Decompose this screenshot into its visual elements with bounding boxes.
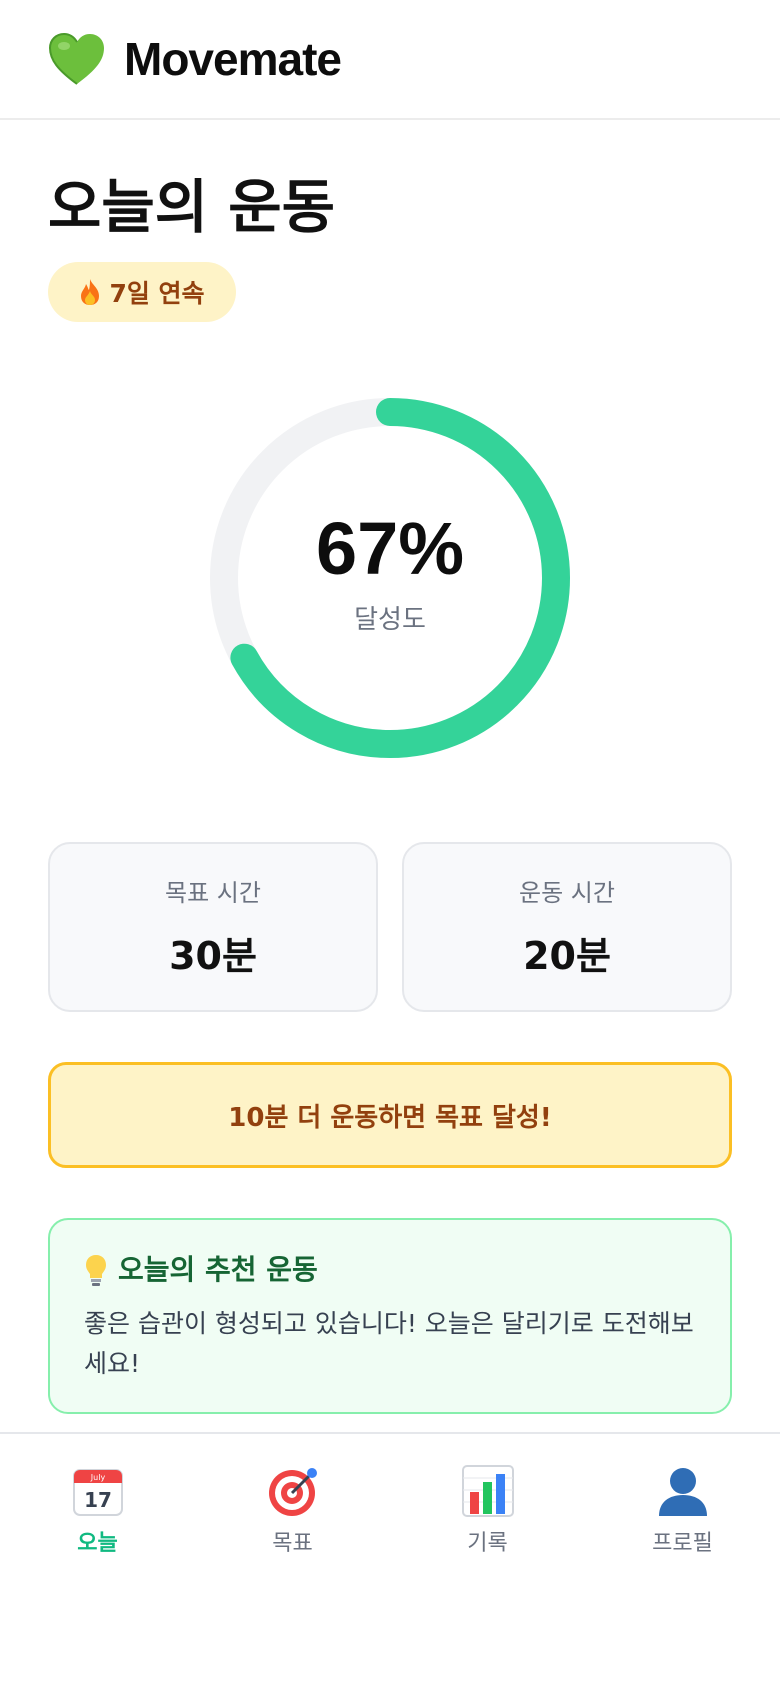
fire-icon xyxy=(81,279,100,305)
calendar-icon: July 17 xyxy=(72,1469,123,1516)
bar-chart-icon xyxy=(461,1465,514,1517)
progress-label: 달성도 xyxy=(354,605,426,635)
exercise-time-value: 20분 xyxy=(523,934,611,978)
user-icon xyxy=(658,1468,707,1516)
nav-label-today: 오늘 xyxy=(77,1531,118,1556)
recommendation-card: 오늘의 추천 운동 좋은 습관이 형성되고 있습니다! 오늘은 달리기로 도전해… xyxy=(48,1218,732,1414)
green-heart-icon xyxy=(48,32,104,85)
bottom-nav: July 17 오늘 목표 기록 프로필 xyxy=(0,1432,780,1578)
nav-item-history[interactable]: 기록 xyxy=(390,1434,585,1580)
nav-item-profile[interactable]: 프로필 xyxy=(585,1434,780,1580)
goal-time-value: 30분 xyxy=(169,934,257,978)
goal-time-card: 목표 시간 30분 xyxy=(48,842,378,1012)
exercise-time-label: 운동 시간 xyxy=(519,879,615,907)
calendar-month-text: July xyxy=(89,1473,105,1482)
calendar-day-text: 17 xyxy=(84,1488,112,1512)
nav-item-goal[interactable]: 목표 xyxy=(195,1434,390,1580)
app-header: Movemate xyxy=(0,0,780,120)
streak-badge: 7일 연속 xyxy=(48,262,236,322)
exercise-time-card: 운동 시간 20분 xyxy=(402,842,732,1012)
page-title: 오늘의 운동 xyxy=(48,173,335,241)
progress-ring: 67% 달성도 xyxy=(210,398,570,758)
recommendation-title: 오늘의 추천 운동 xyxy=(118,1253,318,1286)
progress-value: 67% xyxy=(315,507,465,590)
goal-time-label: 목표 시간 xyxy=(165,879,261,907)
nav-label-history: 기록 xyxy=(467,1531,508,1556)
goal-remaining-notice: 10분 더 운동하면 목표 달성! xyxy=(48,1062,732,1168)
nav-label-goal: 목표 xyxy=(272,1531,313,1556)
recommendation-header: 오늘의 추천 운동 xyxy=(84,1252,318,1288)
streak-label: 7일 연속 xyxy=(109,279,205,308)
target-icon xyxy=(268,1468,317,1516)
recommendation-text: 좋은 습관이 형성되고 있습니다! 오늘은 달리기로 도전해보세요! xyxy=(84,1309,694,1378)
nav-label-profile: 프로필 xyxy=(652,1531,713,1556)
nav-item-today[interactable]: July 17 오늘 xyxy=(0,1434,195,1580)
app-name: Movemate xyxy=(124,33,342,85)
lightbulb-icon xyxy=(86,1255,106,1286)
